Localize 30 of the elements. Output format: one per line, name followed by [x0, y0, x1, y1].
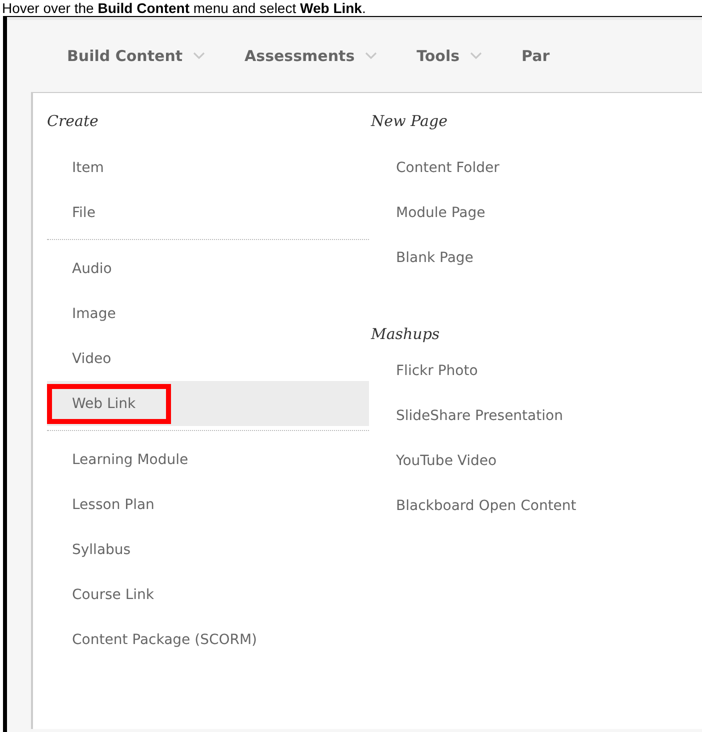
menu-option[interactable]: Lesson Plan — [47, 482, 369, 527]
menu-option[interactable]: Video — [47, 336, 369, 381]
menu-option[interactable]: File — [47, 190, 369, 235]
menu-option[interactable]: Flickr Photo — [371, 348, 576, 393]
menu-option[interactable]: Learning Module — [47, 437, 369, 482]
menu-option[interactable]: Course Link — [47, 572, 369, 617]
caret-icon — [192, 52, 205, 60]
menu-item[interactable]: Par — [522, 47, 550, 65]
menu-option[interactable]: YouTube Video — [371, 438, 576, 483]
menu-option[interactable]: Content Folder — [371, 145, 576, 190]
caret-icon — [364, 52, 377, 60]
menu-option[interactable]: Web Link — [47, 381, 369, 426]
menu-option[interactable]: Content Package (SCORM) — [47, 617, 369, 662]
section-heading: Create — [47, 111, 100, 132]
menu-item[interactable]: Tools — [416, 47, 482, 65]
menu-option[interactable]: Audio — [47, 246, 369, 291]
section-heading: New Page — [371, 111, 448, 132]
menu-option[interactable]: Syllabus — [47, 527, 369, 572]
menu-option[interactable]: Item — [47, 145, 369, 190]
section-heading: Mashups — [371, 324, 441, 345]
menu-option[interactable]: Image — [47, 291, 369, 336]
menu-option[interactable]: Blackboard Open Content — [371, 483, 576, 528]
callout-box: Web Link — [47, 384, 171, 424]
menu-option[interactable]: Module Page — [371, 190, 576, 235]
menu-option[interactable]: SlideShare Presentation — [371, 393, 576, 438]
caret-icon — [470, 52, 482, 60]
menu-option[interactable]: Blank Page — [371, 235, 576, 280]
menu-item[interactable]: Assessments — [244, 47, 377, 65]
menu-item[interactable]: Build Content — [67, 47, 205, 65]
instruction-text: Hover over the Build Content menu and select Web Link. — [1, 0, 367, 16]
